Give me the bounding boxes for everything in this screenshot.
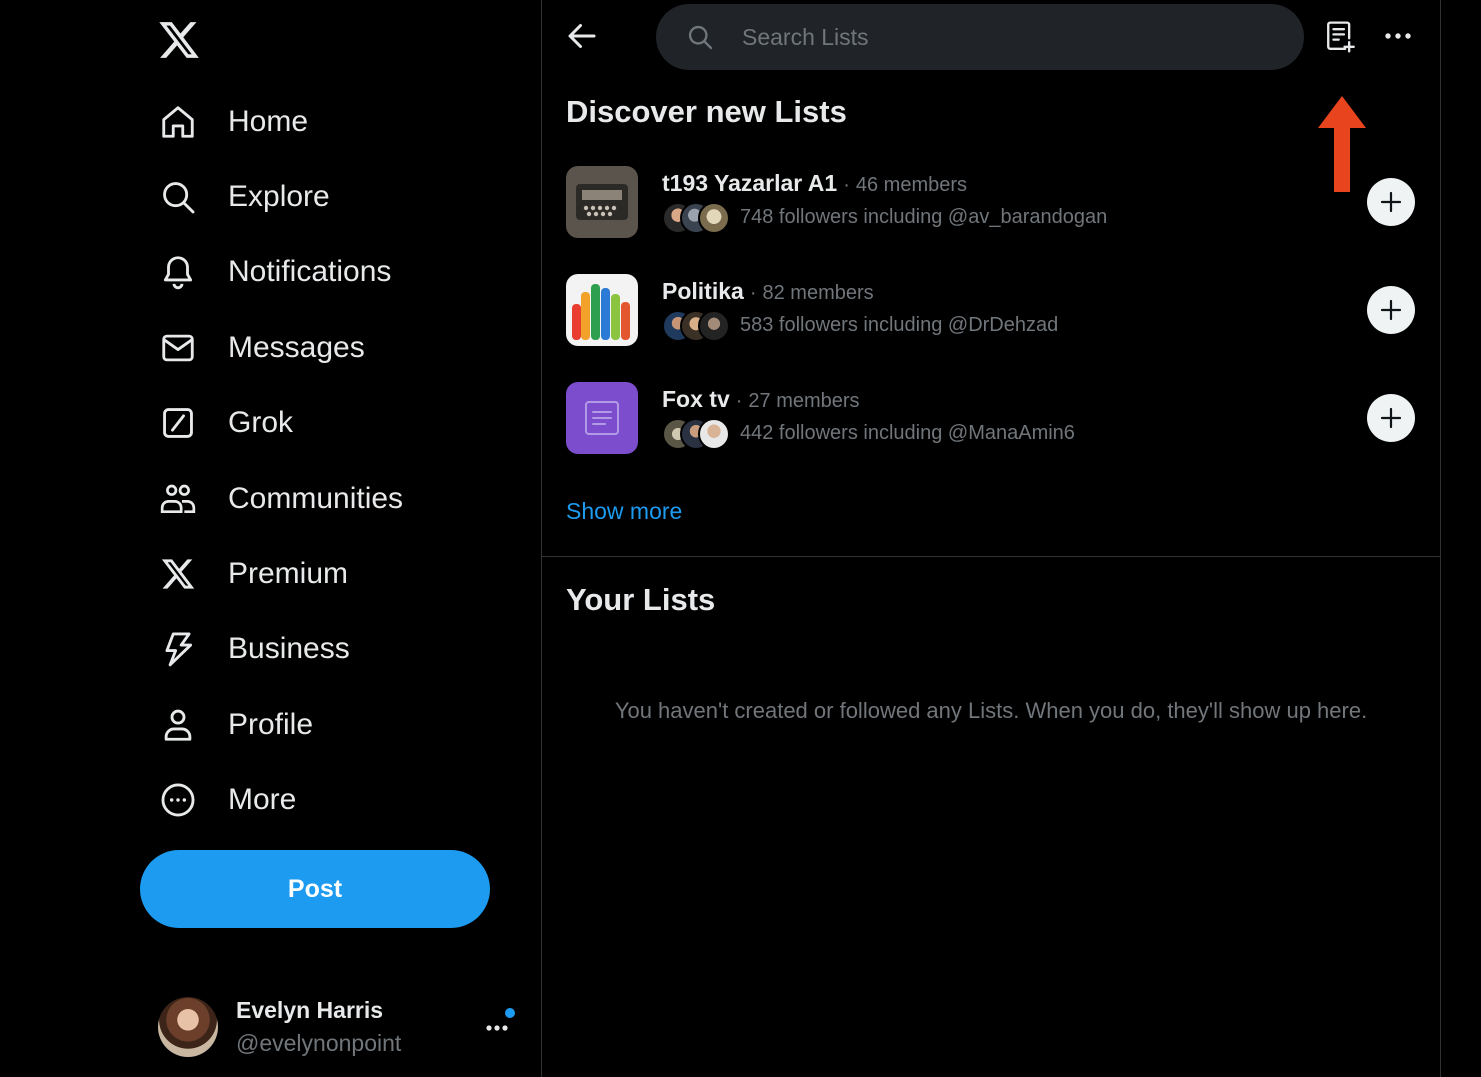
list-item[interactable]: Fox tv · 27 members 442 followers includin… [566, 382, 1426, 458]
nav-item-communities[interactable]: Communities [140, 461, 500, 536]
follow-list-button[interactable] [1367, 286, 1415, 334]
list-thumbnail [566, 382, 638, 454]
list-title-line: t193 Yazarlar A1 · 46 members [662, 170, 967, 197]
person-icon [158, 705, 198, 745]
member-count: 82 members [762, 282, 874, 304]
account-switcher[interactable]: Evelyn Harris @evelynonpoint [158, 996, 518, 1058]
separator: · [749, 282, 757, 304]
nav-label: Explore [228, 180, 330, 214]
sidebar: Home Explore Notifications Messages Grok [0, 0, 541, 1077]
follower-avatars [662, 418, 734, 450]
nav-item-home[interactable]: Home [140, 84, 500, 159]
section-divider [542, 556, 1440, 557]
nav-label: Home [228, 104, 309, 138]
list-title-line: Politika · 82 members [662, 278, 874, 305]
follower-summary: 442 followers including @ManaAmin6 [740, 422, 1075, 444]
list-thumbnail [566, 166, 638, 238]
list-name: Politika [662, 278, 744, 304]
avatar [698, 202, 730, 234]
plus-icon [1380, 299, 1402, 321]
discover-title: Discover new Lists [566, 94, 847, 129]
nav-item-notifications[interactable]: Notifications [140, 235, 500, 310]
plus-icon [1380, 191, 1402, 213]
people-icon [158, 479, 198, 519]
follow-list-button[interactable] [1367, 394, 1415, 442]
separator: · [735, 390, 743, 412]
empty-state-message: You haven't created or followed any List… [614, 698, 1368, 723]
lightning-icon [158, 629, 198, 669]
show-more-link[interactable]: Show more [566, 498, 682, 525]
home-icon [158, 102, 198, 142]
nav-item-profile[interactable]: Profile [140, 687, 500, 762]
nav-label: More [228, 783, 297, 817]
back-arrow-icon[interactable] [564, 18, 600, 54]
main-right-divider [1440, 0, 1441, 1077]
member-count: 27 members [748, 390, 860, 412]
follower-summary: 748 followers including @av_barandogan [740, 206, 1108, 228]
separator: · [843, 174, 850, 196]
follow-list-button[interactable] [1367, 178, 1415, 226]
search-input[interactable] [740, 22, 1260, 52]
plus-icon [1380, 407, 1402, 429]
search-lists-bar[interactable] [656, 4, 1304, 70]
nav-item-messages[interactable]: Messages [140, 310, 500, 385]
nav-item-premium[interactable]: Premium [140, 536, 500, 611]
search-icon [158, 177, 198, 217]
list-name: t193 Yazarlar A1 [662, 170, 838, 196]
nav-label: Profile [228, 707, 314, 741]
member-count: 46 members [855, 174, 968, 196]
list-item[interactable]: t193 Yazarlar A1 · 46 members 748 follower… [566, 166, 1426, 242]
unread-dot [505, 1008, 515, 1018]
avatar [698, 310, 730, 342]
list-item[interactable]: Politika · 82 members 583 followers includ… [566, 274, 1426, 350]
nav-item-explore[interactable]: Explore [140, 159, 500, 234]
search-icon [688, 25, 713, 50]
nav-label: Premium [228, 557, 349, 591]
x-logo-icon[interactable] [157, 18, 201, 62]
new-list-icon[interactable] [1324, 20, 1356, 54]
list-title-line: Fox tv · 27 members [662, 386, 860, 413]
nav-label: Notifications [228, 255, 392, 289]
nav-label: Business [228, 632, 350, 666]
your-lists-title: Your Lists [566, 582, 716, 617]
more-circle-icon [158, 780, 198, 820]
post-button[interactable]: Post [140, 850, 490, 928]
primary-nav: Home Explore Notifications Messages Grok [140, 84, 500, 838]
nav-item-more[interactable]: More [140, 763, 500, 838]
x-logo-icon [158, 554, 198, 594]
follower-avatars [662, 202, 734, 234]
ellipsis-icon[interactable] [1380, 24, 1416, 48]
follower-avatars [662, 310, 734, 342]
avatar [158, 997, 218, 1057]
nav-label: Communities [228, 481, 404, 515]
lists-page: Discover new Lists t193 Yazarlar A1·46 m… [542, 0, 1440, 1077]
avatar [698, 418, 730, 450]
list-thumbnail [566, 274, 638, 346]
bell-icon [158, 252, 198, 292]
list-name: Fox tv [662, 386, 730, 412]
follower-summary: 583 followers including @DrDehzad [740, 314, 1059, 336]
grok-icon [158, 403, 198, 443]
nav-item-business[interactable]: Business [140, 612, 500, 687]
account-names: Evelyn Harris @evelynonpoint [236, 997, 401, 1057]
nav-label: Grok [228, 406, 294, 440]
list-document-icon [585, 401, 619, 435]
display-name: Evelyn Harris [236, 997, 384, 1023]
envelope-icon [158, 328, 198, 368]
nav-item-grok[interactable]: Grok [140, 386, 500, 461]
user-handle: @evelynonpoint [236, 1030, 402, 1056]
nav-label: Messages [228, 330, 365, 364]
